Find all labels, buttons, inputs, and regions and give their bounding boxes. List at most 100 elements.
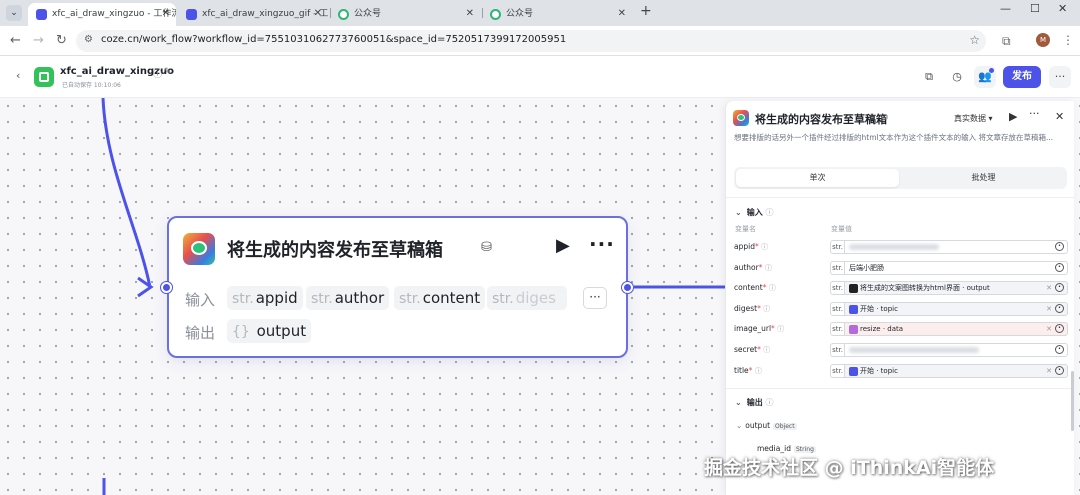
type-select[interactable]: str. (830, 281, 845, 295)
tab-title: 公众号 (354, 9, 382, 19)
type-select[interactable]: str. (830, 322, 845, 336)
start-node-icon (849, 304, 858, 314)
store-icon: ⛁ (881, 113, 888, 122)
back-chevron-icon[interactable]: ‹ (16, 69, 20, 82)
close-icon[interactable]: ✕ (162, 3, 170, 25)
workflow-logo-icon (34, 67, 54, 87)
input-chip-author: str. author (306, 286, 390, 310)
extensions-icon[interactable]: ⧉ (1002, 34, 1011, 49)
column-header-value: 变量值 (831, 225, 852, 233)
coze-icon (36, 9, 47, 20)
param-input-appid[interactable]: • (844, 240, 1068, 254)
address-bar[interactable]: ⚙ coze.cn/work_flow?workflow_id=75510310… (76, 30, 986, 52)
run-mode-tabs: 单次 批处理 (734, 167, 1067, 189)
param-label-image-url: image_url* ⓘ (734, 324, 785, 333)
more-icon[interactable]: ··· (589, 232, 615, 256)
output-chip: {} output (227, 319, 312, 343)
node-ref-icon (849, 283, 858, 293)
input-port[interactable] (161, 282, 172, 293)
new-tab-button[interactable]: + (640, 3, 652, 19)
more-inputs-button[interactable]: ··· (583, 287, 607, 309)
info-icon[interactable]: ⓘ (153, 67, 162, 80)
param-input-secret[interactable]: • (844, 343, 1068, 357)
input-section-header[interactable]: ⌄ 输入 ⓘ (735, 207, 774, 218)
browser-tab-2[interactable]: xfc_ai_draw_xingzuo_gif - 工作 ✕ (178, 3, 328, 26)
history-icon[interactable]: ◷ (946, 66, 968, 88)
resize-node-icon (849, 324, 858, 334)
browser-toolbar: ← → ↻ ⚙ coze.cn/work_flow?workflow_id=75… (0, 26, 1080, 56)
output-port[interactable] (622, 282, 633, 293)
tab-search-button[interactable]: ⌄ (6, 5, 22, 21)
type-select[interactable]: str. (830, 302, 845, 316)
param-input-author[interactable]: 后端小肥肠 • (844, 261, 1068, 275)
edit-icon[interactable]: ✎ (164, 67, 172, 77)
tab-title: xfc_ai_draw_xingzuo_gif - 工作 (202, 9, 328, 19)
tab-title: xfc_ai_draw_xingzuo - 工作流 (52, 9, 176, 19)
output-label: 输出 (185, 324, 216, 342)
param-label-content: content* ⓘ (734, 283, 776, 292)
store-icon: ⛁ (481, 240, 492, 255)
input-chip-appid: str. appid (227, 286, 303, 310)
run-icon[interactable]: ▶ (556, 235, 570, 256)
minimize-icon[interactable]: — (1000, 2, 1011, 15)
close-icon[interactable]: ✕ (466, 3, 474, 25)
forward-icon[interactable]: → (33, 33, 44, 48)
param-input-content[interactable]: 将生成的文案图转换为html界面 · output ✕ • (844, 281, 1068, 295)
maximize-icon[interactable]: ☐ (1030, 2, 1040, 15)
mode-select[interactable]: 真实数据 ▾ (954, 113, 993, 124)
avatar[interactable]: M (1036, 33, 1050, 47)
browser-tab-1[interactable]: xfc_ai_draw_xingzuo - 工作流 ✕ (28, 3, 176, 26)
bookmark-star-icon[interactable]: ☆ (969, 33, 980, 47)
browser-tab-4[interactable]: 公众号 ✕ (482, 3, 632, 26)
panel-scrollbar[interactable] (1071, 371, 1074, 431)
app-header: ‹ xfc_ai_draw_xingzuo ⓘ ✎ 已自动保存 10:10:06… (0, 56, 1080, 98)
close-window-icon[interactable]: ✕ (1058, 2, 1067, 15)
run-icon[interactable]: ▶ (1009, 110, 1017, 123)
input-chip-digest: str. diges (487, 286, 567, 310)
tab-batch[interactable]: 批处理 (902, 169, 1065, 187)
column-header-name: 变量名 (735, 225, 756, 233)
publish-button[interactable]: 发布 (1003, 66, 1041, 88)
plugin-icon (183, 233, 215, 265)
browser-menu-icon[interactable]: ⋮ (1062, 33, 1074, 47)
collaborators-icon[interactable]: 👥 (974, 66, 996, 88)
copy-icon[interactable]: ⧉ (918, 66, 940, 88)
output-section-header[interactable]: ⌄ 输出 ⓘ (735, 397, 774, 408)
param-input-digest[interactable]: 开始 · topic ✕ • (844, 302, 1068, 316)
type-select[interactable]: str. (830, 240, 845, 254)
close-icon[interactable]: ✕ (1055, 110, 1064, 123)
more-icon[interactable]: ··· (1029, 107, 1040, 120)
param-label-author: author* ⓘ (734, 263, 772, 272)
close-icon[interactable]: ✕ (314, 3, 322, 25)
param-label-title: title* ⓘ (734, 366, 762, 375)
panel-description: 想要排版的话另外一个插件经过排版的html文本作为这个插件文本的输入 将文章存放… (734, 133, 1054, 142)
plugin-node[interactable]: 将生成的内容发布至草稿箱 ⛁ ▶ ··· 输入 str. appid str. au… (167, 216, 628, 358)
output-tree-item[interactable]: ⌄ output Object (736, 421, 797, 430)
watermark: 掘金技术社区 @ iThinkAi智能体 (704, 457, 995, 479)
site-info-icon[interactable]: ⚙ (84, 34, 93, 45)
type-select[interactable]: str. (830, 364, 845, 378)
param-input-image-url[interactable]: resize · data ✕ • (844, 322, 1068, 336)
param-label-appid: appid* ⓘ (734, 242, 769, 251)
browser-tab-bar: ⌄ xfc_ai_draw_xingzuo - 工作流 ✕ xfc_ai_dra… (0, 0, 1080, 26)
input-chip-content: str. content (394, 286, 486, 310)
output-child-item: media_id String (757, 444, 816, 453)
node-config-panel: 将生成的内容发布至草稿箱 ⛁ 真实数据 ▾ ▶ ··· ✕ 想要排版的话另外一个… (725, 101, 1074, 495)
back-icon[interactable]: ← (10, 33, 21, 48)
wechat-official-icon (338, 9, 349, 20)
input-label: 输入 (185, 291, 216, 309)
wechat-official-icon (490, 9, 501, 20)
start-node-icon (849, 366, 858, 376)
close-icon[interactable]: ✕ (618, 3, 626, 25)
more-icon[interactable]: ··· (1049, 66, 1071, 88)
autosave-status: 已自动保存 10:10:06 (62, 82, 121, 89)
type-select[interactable]: str. (830, 261, 845, 275)
node-title: 将生成的内容发布至草稿箱 (227, 240, 443, 261)
tab-single[interactable]: 单次 (736, 169, 899, 187)
type-select[interactable]: str. (830, 343, 845, 357)
reload-icon[interactable]: ↻ (56, 33, 67, 48)
param-input-title[interactable]: 开始 · topic ✕ • (844, 364, 1068, 378)
param-label-secret: secret* ⓘ (734, 345, 771, 354)
browser-tab-3[interactable]: 公众号 ✕ (330, 3, 480, 26)
tab-title: 公众号 (506, 9, 534, 19)
